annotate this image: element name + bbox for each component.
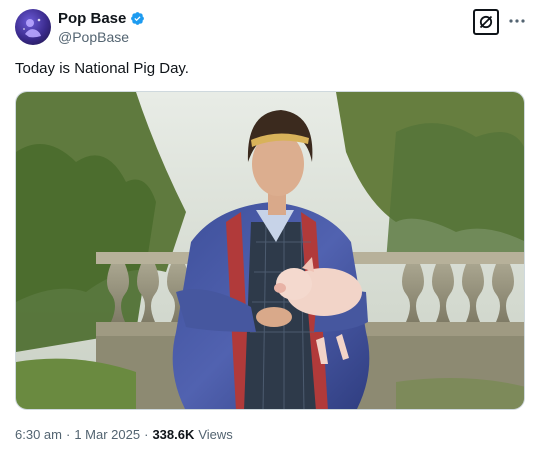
- grok-button[interactable]: [473, 9, 499, 35]
- author-name-row: Pop Base: [58, 10, 145, 27]
- views-count: 338.6K: [152, 427, 195, 442]
- avatar-image: [23, 18, 41, 38]
- grok-icon: [479, 15, 493, 29]
- author-handle[interactable]: @PopBase: [58, 29, 129, 45]
- meta-separator: ·: [65, 427, 71, 442]
- tweet-time[interactable]: 6:30 am: [15, 427, 62, 442]
- more-options-button[interactable]: [507, 11, 527, 31]
- tweet-date[interactable]: 1 Mar 2025: [74, 427, 140, 442]
- views-label: Views: [198, 427, 233, 442]
- avatar[interactable]: [15, 9, 51, 45]
- tweet-meta: 6:30 am · 1 Mar 2025 · 338.6K Views: [15, 427, 233, 442]
- tweet-text: Today is National Pig Day.: [15, 60, 189, 77]
- photo-illustration: [16, 92, 524, 409]
- meta-separator: ·: [144, 427, 149, 442]
- verified-badge-icon: [131, 12, 145, 25]
- more-options-icon: [509, 19, 525, 23]
- tweet-photo[interactable]: [15, 91, 525, 410]
- author-name[interactable]: Pop Base: [58, 10, 126, 27]
